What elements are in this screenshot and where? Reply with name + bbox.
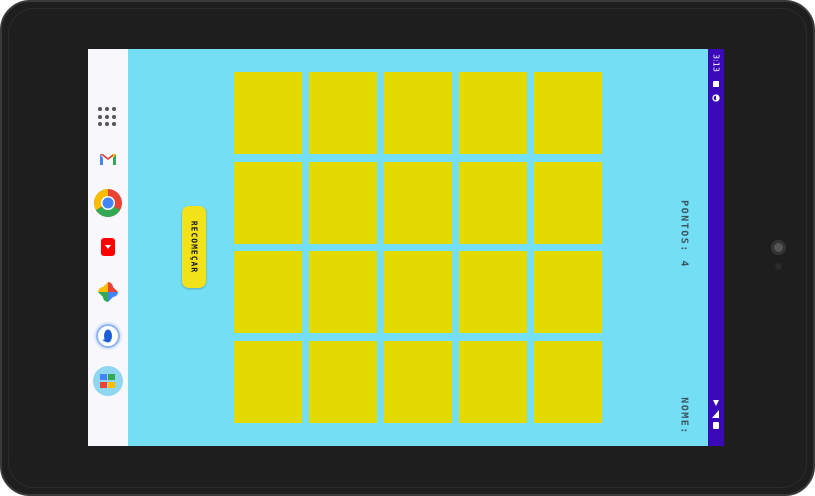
memory-card[interactable]	[234, 72, 302, 154]
taskbar	[88, 49, 128, 446]
memory-card[interactable]	[234, 161, 302, 244]
screen: RECOMEÇAR PONTOS: 4 NOME: 3:13	[88, 49, 724, 446]
assistant-icon[interactable]	[93, 321, 123, 351]
gmail-icon[interactable]	[93, 144, 123, 174]
front-camera	[771, 240, 786, 255]
restart-button-label: RECOMEÇAR	[189, 220, 199, 274]
memory-card[interactable]	[459, 340, 527, 423]
points-label: PONTOS: 4	[678, 200, 690, 268]
memory-card[interactable]	[459, 251, 527, 333]
sensor	[775, 263, 782, 270]
name-label: NOME:	[678, 397, 690, 435]
memory-card[interactable]	[309, 251, 377, 333]
memory-card[interactable]	[459, 161, 527, 244]
sd-card-icon	[713, 81, 719, 87]
sync-icon	[712, 94, 720, 102]
memory-card[interactable]	[384, 72, 452, 154]
status-time: 3:13	[711, 54, 721, 72]
memory-card[interactable]	[534, 340, 602, 423]
memory-card[interactable]	[534, 161, 602, 244]
memory-card[interactable]	[384, 161, 452, 244]
chrome-icon[interactable]	[93, 188, 123, 218]
memory-card[interactable]	[309, 340, 377, 423]
battery-icon	[713, 422, 719, 429]
all-apps-icon[interactable]	[98, 107, 118, 127]
memory-card[interactable]	[384, 251, 452, 333]
game-area: RECOMEÇAR PONTOS: 4 NOME:	[128, 49, 708, 446]
memory-card[interactable]	[534, 72, 602, 154]
memory-card[interactable]	[459, 72, 527, 154]
memory-card[interactable]	[234, 251, 302, 333]
memory-card[interactable]	[309, 161, 377, 244]
files-icon[interactable]	[93, 366, 123, 396]
memory-card[interactable]	[309, 72, 377, 154]
photos-icon[interactable]	[93, 277, 123, 307]
memory-card[interactable]	[384, 340, 452, 423]
memory-card[interactable]	[234, 340, 302, 423]
signal-icon	[712, 410, 719, 418]
youtube-icon[interactable]	[93, 232, 123, 262]
wifi-icon	[713, 400, 719, 406]
memory-card[interactable]	[534, 251, 602, 333]
status-bar: 3:13	[708, 49, 724, 446]
restart-button[interactable]: RECOMEÇAR	[182, 206, 206, 288]
